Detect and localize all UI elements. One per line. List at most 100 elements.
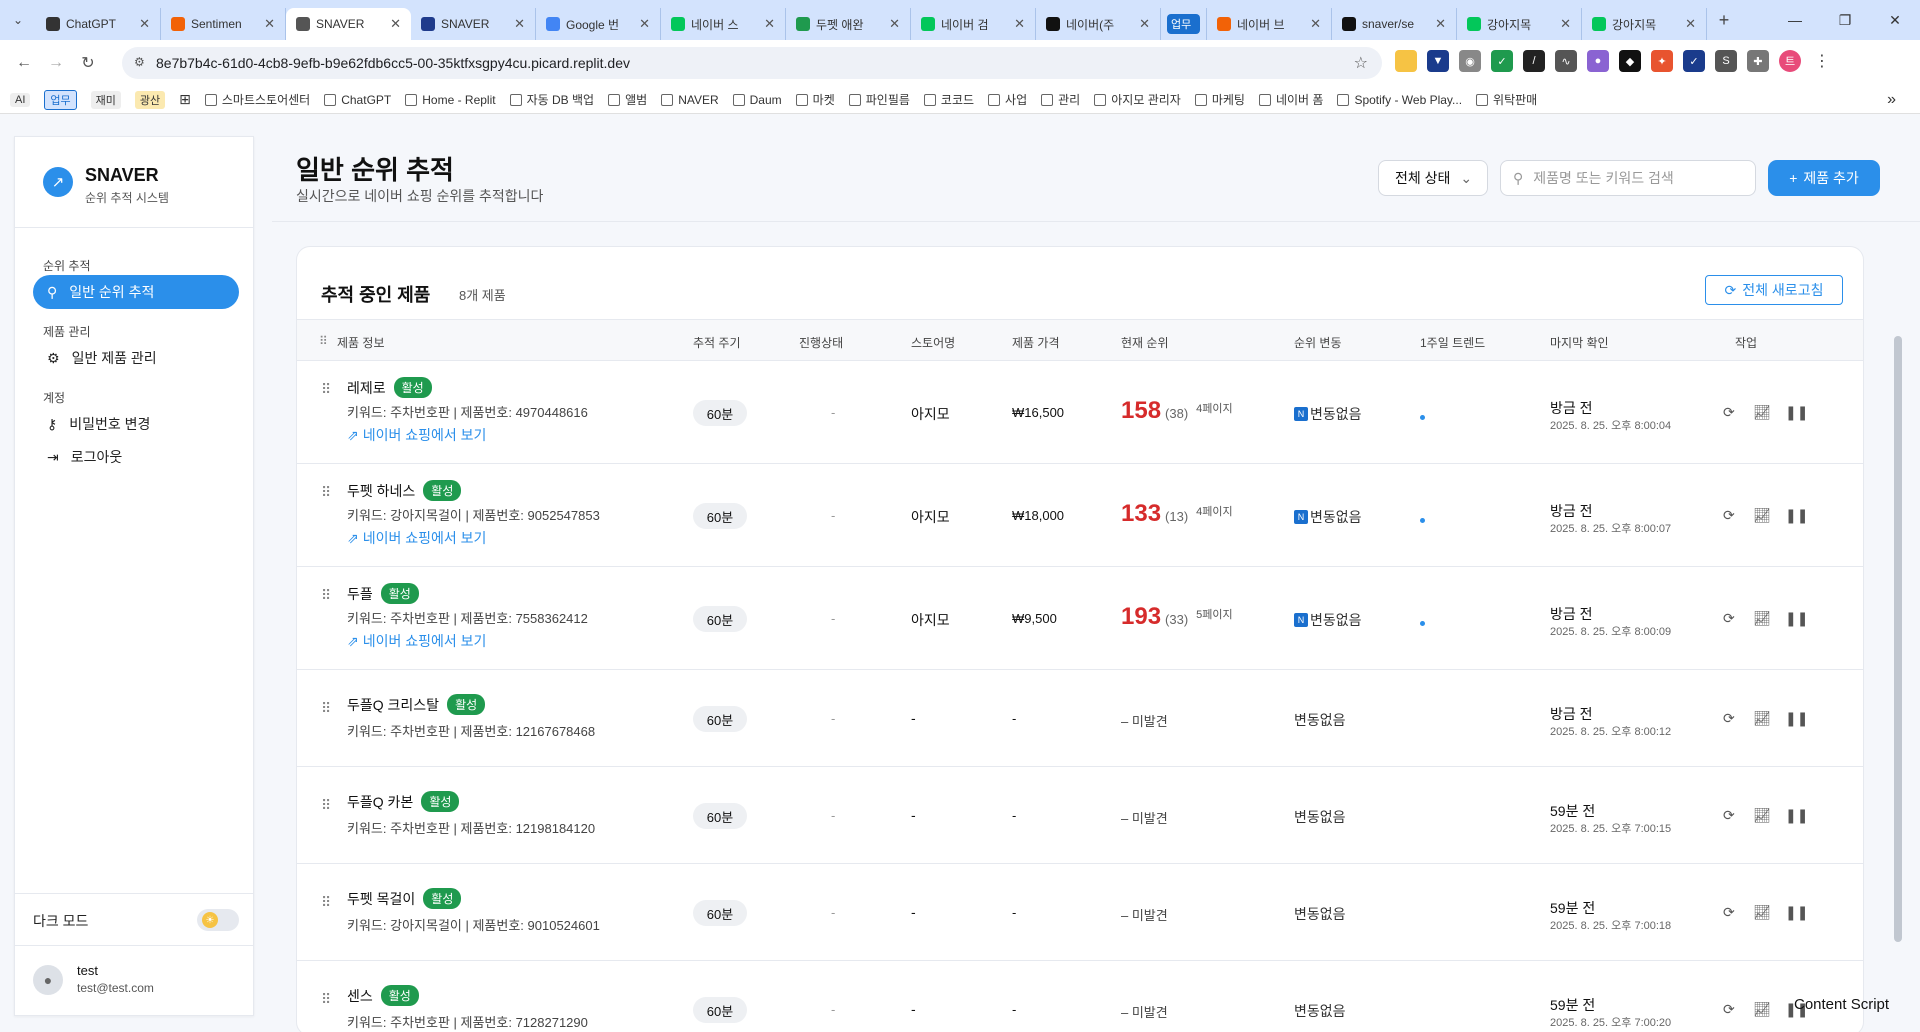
minimize-icon[interactable]: —: [1770, 0, 1820, 40]
close-icon[interactable]: ✕: [1870, 0, 1920, 40]
bookmark-17[interactable]: 마케팅: [1194, 91, 1245, 108]
drag-handle-icon[interactable]: ⠿: [321, 587, 331, 604]
tab-close-icon[interactable]: ✕: [264, 16, 275, 32]
fire-icon[interactable]: ✦: [1651, 50, 1673, 72]
tab-6[interactable]: 두펫 애완 ✕: [786, 8, 911, 40]
bookmark-15[interactable]: 관리: [1041, 91, 1080, 108]
check-box-icon[interactable]: ✓: [1683, 50, 1705, 72]
bookmark-4[interactable]: 스마트스토어센터: [204, 91, 310, 108]
tab-0[interactable]: ChatGPT ✕: [36, 8, 161, 40]
hat-icon[interactable]: ◆: [1619, 50, 1641, 72]
refresh-icon[interactable]: ⟳: [1723, 507, 1735, 524]
search-input[interactable]: ⚲ 제품명 또는 키워드 검색: [1500, 160, 1756, 196]
pause-icon[interactable]: ❚❚: [1785, 710, 1808, 727]
refresh-icon[interactable]: ⟳: [1723, 1001, 1735, 1018]
terminal-icon[interactable]: /: [1523, 50, 1545, 72]
chart-icon[interactable]: 📈︎: [1753, 1001, 1771, 1018]
address-bar[interactable]: ⚙ 8e7b7b4c-61d0-4cb8-9efb-b9e62fdb6cc5-0…: [122, 47, 1382, 79]
pause-icon[interactable]: ❚❚: [1785, 807, 1808, 824]
chart-icon[interactable]: 📈︎: [1753, 904, 1771, 921]
tab-2[interactable]: SNAVER ✕: [286, 8, 411, 40]
tab-1[interactable]: Sentimen ✕: [161, 8, 286, 40]
drag-handle-icon[interactable]: ⠿: [321, 381, 331, 398]
drag-handle-icon[interactable]: ⠿: [321, 894, 331, 911]
tab-7[interactable]: 네이버 검 ✕: [911, 8, 1036, 40]
tab-close-icon[interactable]: ✕: [889, 16, 900, 32]
bookmark-10[interactable]: Daum: [732, 93, 782, 107]
naver-shopping-link[interactable]: ⇗ 네이버 쇼핑에서 보기: [347, 425, 486, 445]
drag-handle-icon[interactable]: ⠿: [321, 484, 331, 501]
tab-close-icon[interactable]: ✕: [1310, 16, 1321, 32]
tab-close-icon[interactable]: ✕: [764, 16, 775, 32]
bookmark-16[interactable]: 아지모 관리자: [1094, 91, 1181, 108]
shield-icon[interactable]: ✓: [1491, 50, 1513, 72]
tab-close-icon[interactable]: ✕: [139, 16, 150, 32]
chart-icon[interactable]: 📈︎: [1753, 404, 1771, 421]
pause-icon[interactable]: ❚❚: [1785, 507, 1808, 524]
menu-icon[interactable]: ⋮: [1811, 50, 1833, 72]
tab-10[interactable]: 네이버 브 ✕: [1207, 8, 1332, 40]
bookmark-star-icon[interactable]: ☆: [1354, 53, 1368, 73]
puzzle-cloud-icon[interactable]: ●: [1587, 50, 1609, 72]
bookmark-7[interactable]: 자동 DB 백업: [509, 91, 594, 108]
chart-icon[interactable]: 📈︎: [1753, 507, 1771, 524]
refresh-icon[interactable]: ⟳: [1723, 807, 1735, 824]
bookmark-14[interactable]: 사업: [988, 91, 1027, 108]
naver-shopping-link[interactable]: ⇗ 네이버 쇼핑에서 보기: [347, 631, 486, 651]
ext-arrow-icon[interactable]: ▼: [1427, 50, 1449, 72]
chart-icon[interactable]: 📈︎: [1753, 710, 1771, 727]
sidebar-item-password[interactable]: ⚷ 비밀번호 변경: [33, 407, 239, 441]
tab-close-icon[interactable]: ✕: [1560, 16, 1571, 32]
pause-icon[interactable]: ❚❚: [1785, 904, 1808, 921]
tab-close-icon[interactable]: ✕: [390, 16, 401, 32]
bookmark-11[interactable]: 마켓: [795, 91, 835, 108]
reload-icon[interactable]: ↻: [72, 47, 104, 79]
restore-icon[interactable]: ❐: [1820, 0, 1870, 40]
refresh-icon[interactable]: ⟳: [1723, 610, 1735, 627]
pause-icon[interactable]: ❚❚: [1785, 404, 1808, 421]
tab-close-icon[interactable]: ✕: [1435, 16, 1446, 32]
apps-grid-icon[interactable]: ⊞: [179, 91, 191, 108]
bookmark-12[interactable]: 파인필름: [848, 91, 910, 108]
drag-handle-icon[interactable]: ⠿: [321, 700, 331, 717]
pause-icon[interactable]: ❚❚: [1785, 610, 1808, 627]
bookmark-1[interactable]: 업무: [44, 89, 77, 110]
refresh-icon[interactable]: ⟳: [1723, 904, 1735, 921]
bookmark-19[interactable]: Spotify - Web Play...: [1337, 93, 1462, 107]
tab-8[interactable]: 네이버(주 ✕: [1036, 8, 1161, 40]
refresh-all-button[interactable]: ⟳ 전체 새로고침: [1705, 275, 1843, 305]
sidebar-item-rank-tracking[interactable]: ⚲ 일반 순위 추적: [33, 275, 239, 309]
drag-handle-icon[interactable]: ⠿: [321, 797, 331, 814]
tab-4[interactable]: Google 번 ✕: [536, 8, 661, 40]
forward-icon[interactable]: →: [40, 47, 72, 79]
tab-close-icon[interactable]: ✕: [1139, 16, 1150, 32]
ext-note-icon[interactable]: [1395, 50, 1417, 72]
drag-handle-icon[interactable]: ⠿: [321, 991, 331, 1008]
bookmark-20[interactable]: 위탁판매: [1476, 91, 1537, 108]
tab-close-icon[interactable]: ✕: [1685, 16, 1696, 32]
bookmark-8[interactable]: 앨범: [608, 91, 647, 108]
tab-11[interactable]: snaver/se ✕: [1332, 8, 1457, 40]
bookmark-3[interactable]: 광산: [134, 90, 166, 109]
chart-icon[interactable]: 📈︎: [1753, 610, 1771, 627]
site-info-icon[interactable]: ⚙: [134, 55, 145, 69]
bookmark-0[interactable]: AI: [10, 92, 31, 107]
refresh-icon[interactable]: ⟳: [1723, 710, 1735, 727]
tab-close-icon[interactable]: ✕: [1014, 16, 1025, 32]
tab-5[interactable]: 네이버 스 ✕: [661, 8, 786, 40]
chart-icon[interactable]: ∿: [1555, 50, 1577, 72]
tab-close-icon[interactable]: ✕: [514, 16, 525, 32]
new-tab-button[interactable]: +: [1707, 10, 1741, 31]
scrollbar[interactable]: [1894, 336, 1902, 942]
bookmark-5[interactable]: ChatGPT: [324, 93, 391, 107]
tab-search-icon[interactable]: ⌄: [0, 0, 36, 40]
s-icon[interactable]: S: [1715, 50, 1737, 72]
extensions-icon[interactable]: ✚: [1747, 50, 1769, 72]
status-filter-select[interactable]: 전체 상태 ⌄: [1378, 160, 1488, 196]
tab-9[interactable]: 업무: [1161, 8, 1207, 40]
tab-12[interactable]: 강아지목 ✕: [1457, 8, 1582, 40]
bookmarks-more-icon[interactable]: »: [1887, 91, 1896, 109]
profile-avatar[interactable]: 트: [1779, 50, 1801, 72]
bookmark-13[interactable]: 코코드: [923, 91, 974, 108]
sidebar-item-product-management[interactable]: ⚙ 일반 제품 관리: [33, 341, 239, 375]
